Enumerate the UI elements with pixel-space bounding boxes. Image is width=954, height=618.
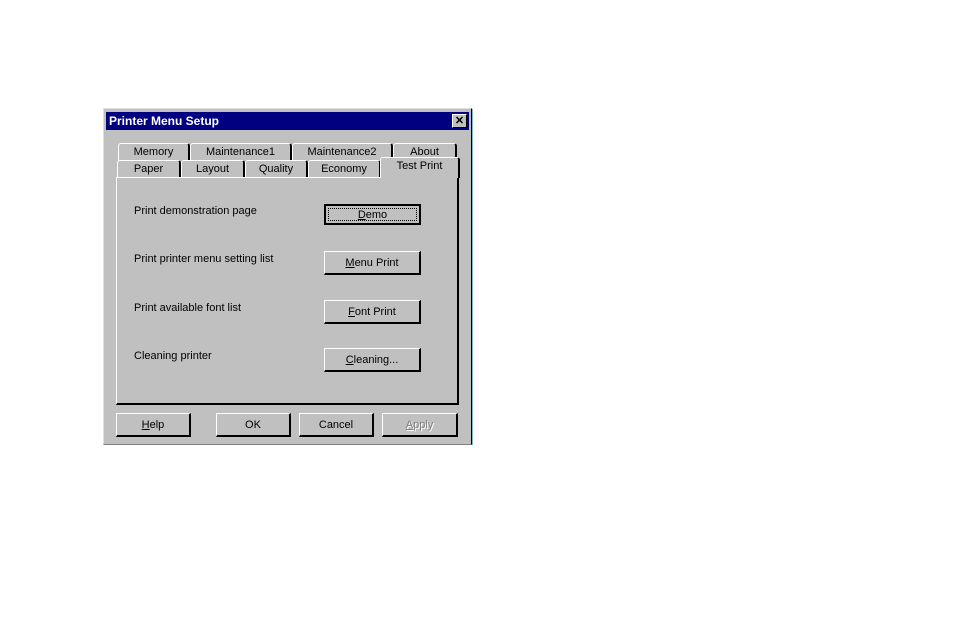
menu-list-label: Print printer menu setting list (134, 253, 274, 265)
button-label: enu Print (354, 256, 399, 269)
cleaning-button[interactable]: Cleaning... (324, 348, 421, 372)
font-list-label: Print available font list (134, 302, 241, 314)
tab-label: Layout (195, 163, 230, 175)
tab-label: Memory (133, 146, 174, 158)
close-button[interactable]: ✕ (452, 114, 467, 128)
tab-label: Quality (258, 163, 294, 175)
dialog-title: Printer Menu Setup (109, 114, 220, 128)
button-label: emo (365, 208, 388, 221)
tab-label: Maintenance2 (307, 146, 377, 158)
close-icon: ✕ (454, 115, 465, 127)
accel-key: F (348, 305, 355, 318)
cancel-button[interactable]: Cancel (299, 413, 374, 437)
ok-button[interactable]: OK (216, 413, 291, 437)
tab-maintenance2[interactable]: Maintenance2 (292, 143, 393, 161)
demo-label: Print demonstration page (134, 205, 257, 217)
tab-label: Test Print (396, 160, 443, 172)
accel-key: H (141, 418, 150, 431)
button-label: leaning... (353, 353, 399, 366)
tab-quality[interactable]: Quality (245, 160, 308, 178)
title-bar: Printer Menu Setup ✕ (106, 112, 469, 130)
apply-button[interactable]: Apply (382, 413, 458, 437)
button-label: pply (413, 418, 434, 431)
tab-memory[interactable]: Memory (118, 143, 190, 161)
tab-label: Maintenance1 (205, 146, 276, 158)
button-label: ont Print (354, 305, 396, 318)
accel-key: A (405, 418, 414, 431)
menu-print-button[interactable]: Menu Print (324, 251, 421, 275)
cleaning-label: Cleaning printer (134, 350, 212, 362)
accel-key: M (345, 256, 355, 269)
test-print-panel: Print demonstration page Demo Print prin… (116, 177, 459, 405)
help-button[interactable]: Help (116, 413, 191, 437)
printer-menu-setup-dialog: Printer Menu Setup ✕ Memory Maintenance1… (103, 108, 473, 445)
tab-label: Economy (321, 163, 367, 175)
tab-paper[interactable]: Paper (117, 160, 181, 178)
tab-maintenance1[interactable]: Maintenance1 (190, 143, 292, 161)
button-label: OK (245, 418, 261, 431)
font-print-button[interactable]: Font Print (324, 300, 421, 324)
accel-key: D (357, 208, 366, 221)
button-label: elp (149, 418, 165, 431)
accel-key: C (345, 353, 354, 366)
tab-economy[interactable]: Economy (308, 160, 381, 178)
button-label: Cancel (318, 418, 354, 431)
tab-label: Paper (133, 163, 164, 175)
tab-test-print[interactable]: Test Print (380, 157, 460, 178)
tab-layout[interactable]: Layout (181, 160, 245, 178)
demo-button[interactable]: Demo (324, 204, 421, 225)
